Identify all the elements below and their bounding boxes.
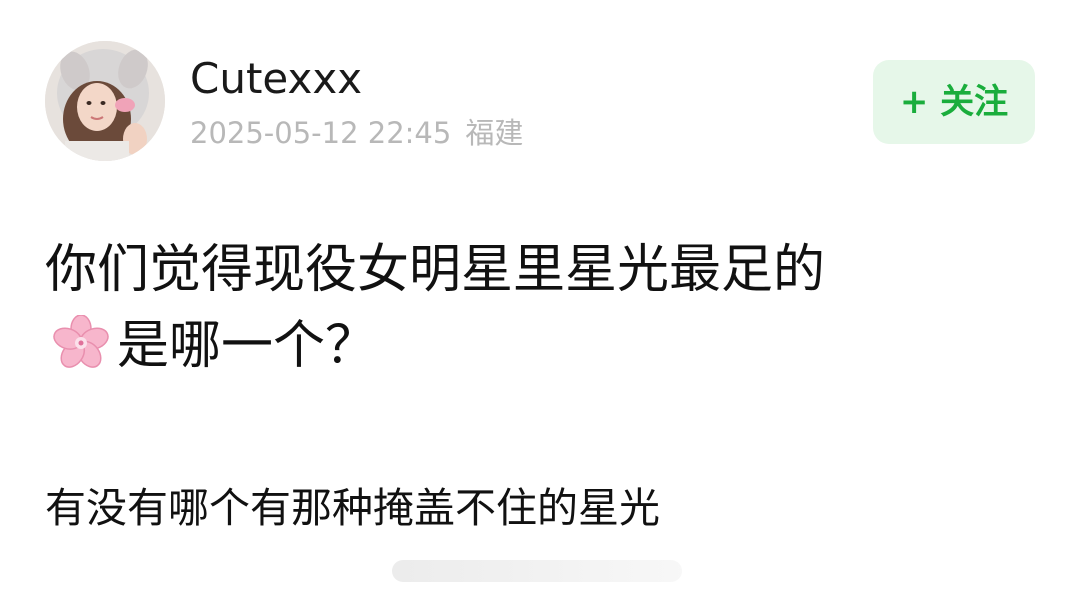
watermark xyxy=(392,560,682,582)
post-timestamp: 2025-05-12 22:45 xyxy=(190,116,452,150)
cherry-blossom-icon xyxy=(53,315,109,368)
user-avatar-icon xyxy=(45,41,165,161)
post-title: 你们觉得现役女明星里星光最足的 是哪一个？ xyxy=(45,232,1035,384)
post-title-line-2-text: 是哪一个？ xyxy=(117,316,378,376)
post-title-line-1: 你们觉得现役女明星里星光最足的 xyxy=(45,240,826,300)
post-location: 福建 xyxy=(465,116,524,150)
post-body: 有没有哪个有那种掩盖不住的星光 xyxy=(45,484,660,532)
post-title-line-2: 是哪一个？ xyxy=(45,308,1035,384)
post-meta: 2025-05-12 22:45 福建 xyxy=(190,113,523,153)
follow-button[interactable]: + 关注 xyxy=(873,60,1035,144)
post-card: Cutexxx 2025-05-12 22:45 福建 + 关注 你们觉得现役女明… xyxy=(0,0,1079,595)
username[interactable]: Cutexxx xyxy=(190,52,362,106)
avatar[interactable] xyxy=(45,41,165,161)
